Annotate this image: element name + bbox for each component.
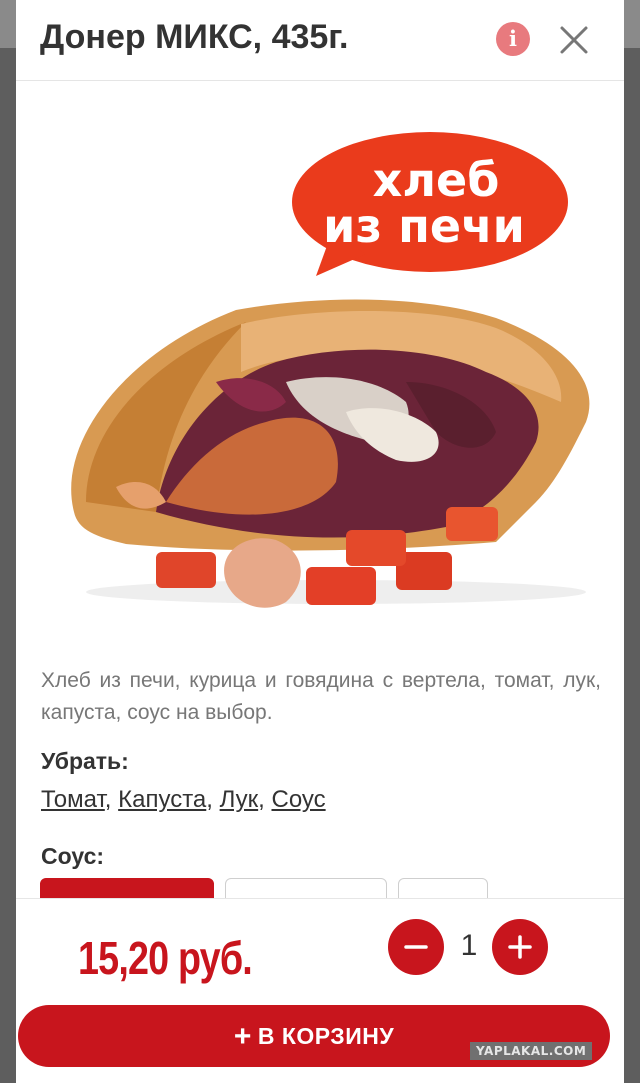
svg-text:из печи: из печи (323, 199, 525, 253)
product-description: Хлеб из печи, курица и говядина с вертел… (41, 669, 601, 724)
plus-icon (508, 935, 532, 959)
sauce-label: Соус: (41, 843, 105, 869)
product-image: хлеб из печи (16, 82, 624, 650)
remove-ingredients-label: Убрать: (41, 748, 129, 774)
doner-illustration (71, 299, 590, 608)
close-icon[interactable] (556, 22, 592, 58)
minus-icon (404, 945, 428, 949)
oven-bread-badge: хлеб из печи (292, 132, 568, 276)
add-to-cart-label: В КОРЗИНУ (257, 1023, 395, 1049)
decrease-quantity-button[interactable] (388, 919, 444, 975)
remove-item-cabbage[interactable]: Капуста (118, 786, 206, 813)
modal-header: Донер МИКС, 435г. i (16, 0, 624, 81)
remove-item-sauce[interactable]: Соус (271, 786, 325, 813)
quantity-value: 1 (460, 929, 478, 962)
price: 15,20 руб. (78, 932, 253, 984)
increase-quantity-button[interactable] (492, 919, 548, 975)
remove-item-tomato[interactable]: Томат (41, 786, 105, 813)
watermark-logo: YAPLAKAL.COM (470, 1042, 593, 1060)
remove-ingredients-list: Томат, Капуста, Лук, Соус (41, 786, 326, 813)
plus-icon: + (233, 1020, 252, 1053)
product-modal: Донер МИКС, 435г. i хлеб из печи Хлеб из… (16, 0, 624, 1083)
product-title: Донер МИКС, 435г. (40, 18, 349, 56)
remove-item-onion[interactable]: Лук (220, 786, 259, 813)
info-icon[interactable]: i (496, 22, 530, 56)
